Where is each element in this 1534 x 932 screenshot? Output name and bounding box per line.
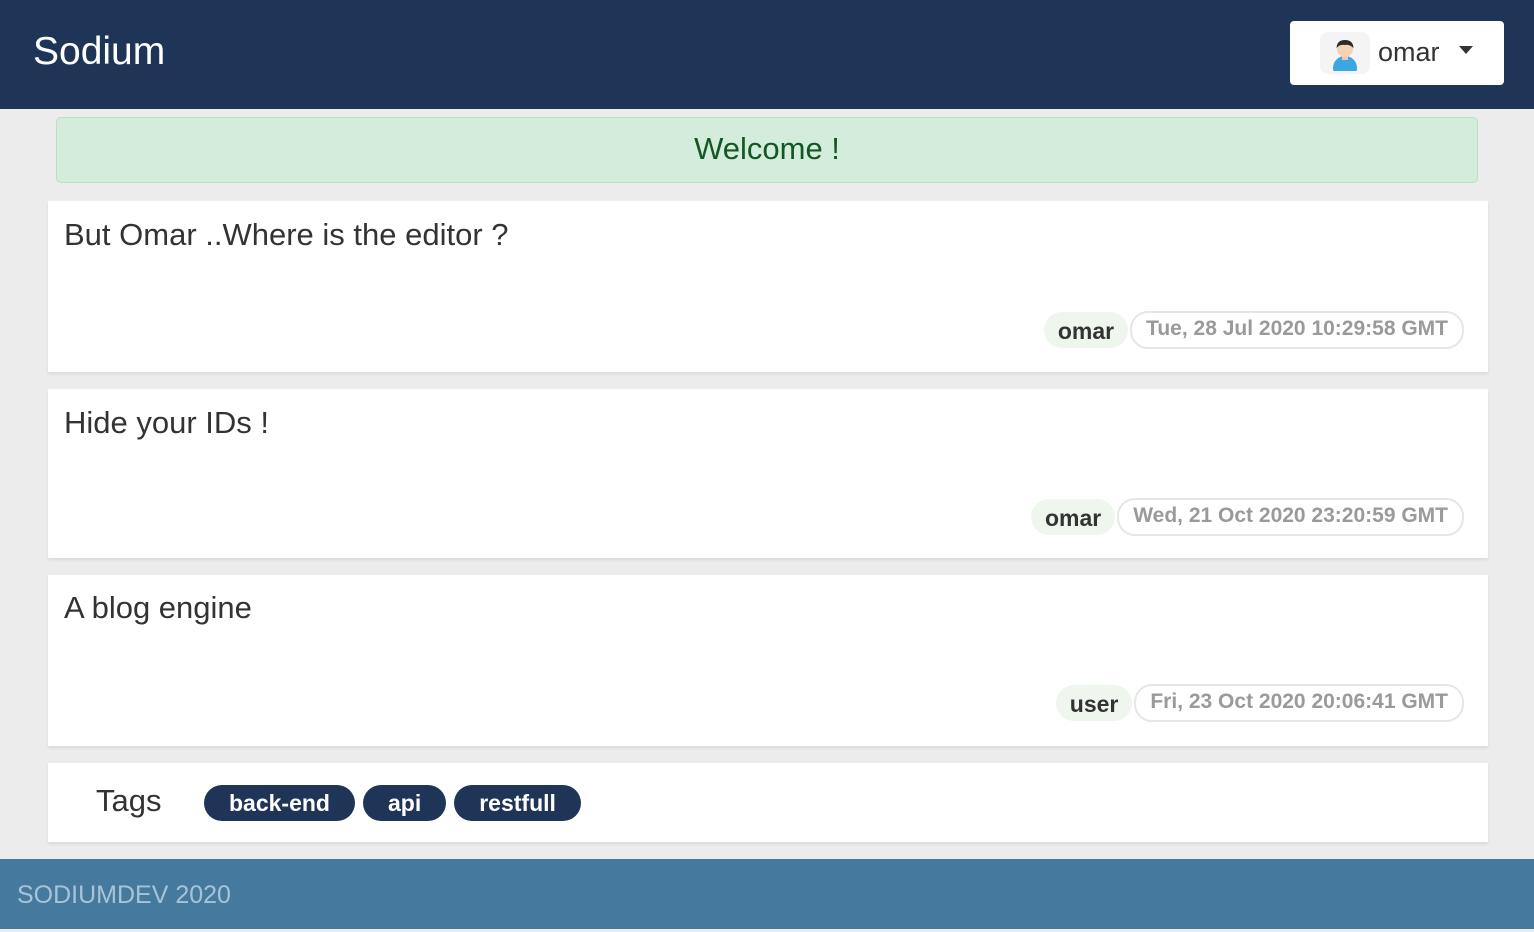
user-avatar-icon <box>1320 32 1370 74</box>
footer-text: SODIUMDEV 2020 <box>17 881 231 909</box>
tag-restfull[interactable]: restfull <box>454 785 581 821</box>
post-card: A blog engine user Fri, 23 Oct 2020 20:0… <box>48 575 1488 746</box>
navbar: Sodium omar <box>0 0 1534 109</box>
post-date-badge: Wed, 21 Oct 2020 23:20:59 GMT <box>1117 498 1464 536</box>
post-card: But Omar ..Where is the editor ? omar Tu… <box>48 201 1488 372</box>
post-card: Hide your IDs ! omar Wed, 21 Oct 2020 23… <box>48 389 1488 558</box>
tag-back-end[interactable]: back-end <box>204 785 355 821</box>
post-date-badge: Tue, 28 Jul 2020 10:29:58 GMT <box>1130 311 1464 349</box>
tags-label: Tags <box>96 783 162 818</box>
post-meta: user Fri, 23 Oct 2020 20:06:41 GMT <box>1055 684 1464 722</box>
chevron-down-icon <box>1459 46 1473 54</box>
post-author-badge[interactable]: omar <box>1030 499 1116 535</box>
post-title[interactable]: But Omar ..Where is the editor ? <box>64 217 509 253</box>
post-meta: omar Wed, 21 Oct 2020 23:20:59 GMT <box>1030 498 1464 536</box>
post-author-badge[interactable]: user <box>1055 685 1133 721</box>
user-name: omar <box>1378 37 1440 67</box>
user-menu-dropdown[interactable]: omar <box>1290 21 1504 85</box>
welcome-alert: Welcome ! <box>56 117 1478 183</box>
brand-link[interactable]: Sodium <box>33 30 165 74</box>
tags-list: back-end api restfull <box>204 785 589 821</box>
post-author-badge[interactable]: omar <box>1043 312 1129 348</box>
tag-api[interactable]: api <box>362 785 447 821</box>
post-title[interactable]: Hide your IDs ! <box>64 405 269 441</box>
post-date-badge: Fri, 23 Oct 2020 20:06:41 GMT <box>1134 684 1464 722</box>
tags-card: Tags back-end api restfull <box>48 763 1488 842</box>
footer: SODIUMDEV 2020 <box>0 859 1534 929</box>
post-meta: omar Tue, 28 Jul 2020 10:29:58 GMT <box>1043 311 1464 349</box>
post-title[interactable]: A blog engine <box>64 590 252 626</box>
